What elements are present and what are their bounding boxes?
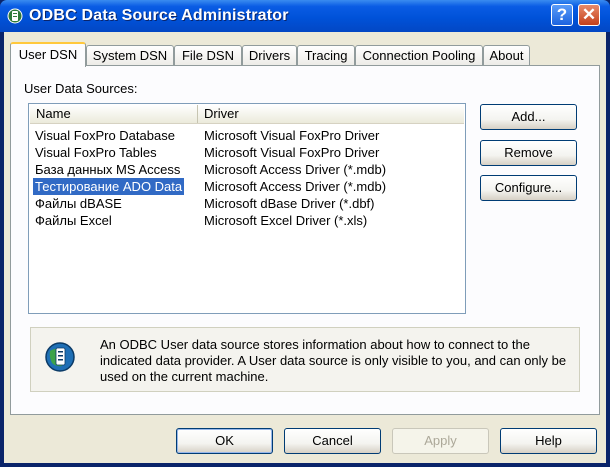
configure-button[interactable]: Configure... bbox=[480, 175, 577, 201]
dsn-name: Файлы dBASE bbox=[35, 196, 122, 211]
dsn-driver: Microsoft Access Driver (*.mdb) bbox=[204, 179, 387, 194]
tab-connection-pooling[interactable]: Connection Pooling bbox=[355, 45, 483, 66]
user-data-sources-label: User Data Sources: bbox=[24, 81, 138, 96]
title-close-button[interactable]: ✕ bbox=[578, 4, 600, 26]
tab-label: User DSN bbox=[18, 47, 78, 62]
close-icon: ✕ bbox=[581, 5, 597, 24]
dsn-driver: Microsoft dBase Driver (*.dbf) bbox=[204, 196, 375, 211]
dsn-name: Тестирование ADO Data bbox=[31, 177, 186, 196]
odbc-app-icon bbox=[7, 8, 23, 24]
column-header-driver[interactable]: Driver bbox=[198, 105, 464, 123]
list-item[interactable]: База данных MS Access Microsoft Access D… bbox=[30, 161, 464, 178]
dsn-driver: Microsoft Visual FoxPro Driver bbox=[204, 145, 380, 160]
question-icon: ? bbox=[556, 5, 568, 24]
odbc-globe-icon bbox=[45, 342, 75, 372]
window-title: ODBC Data Source Administrator bbox=[29, 7, 289, 24]
dsn-name: Файлы Excel bbox=[35, 213, 112, 228]
cancel-button[interactable]: Cancel bbox=[284, 428, 381, 454]
help-button[interactable]: Help bbox=[500, 428, 597, 454]
tab-label: File DSN bbox=[181, 48, 234, 63]
tab-file-dsn[interactable]: File DSN bbox=[174, 45, 242, 66]
dsn-driver: Microsoft Excel Driver (*.xls) bbox=[204, 213, 368, 228]
dialog-client: User DSN System DSN File DSN Drivers Tra… bbox=[4, 32, 606, 463]
list-item[interactable]: Visual FoxPro Database Microsoft Visual … bbox=[30, 127, 464, 144]
user-data-sources-list[interactable]: Name Driver Visual FoxPro Database Micro… bbox=[28, 103, 466, 314]
title-bar[interactable]: ODBC Data Source Administrator ? ✕ bbox=[0, 0, 610, 32]
remove-button[interactable]: Remove bbox=[480, 140, 577, 166]
dsn-name: Visual FoxPro Database bbox=[35, 128, 175, 143]
tab-about[interactable]: About bbox=[483, 45, 530, 66]
title-help-button[interactable]: ? bbox=[551, 4, 573, 26]
tab-system-dsn[interactable]: System DSN bbox=[86, 45, 174, 66]
ok-button[interactable]: OK bbox=[176, 428, 273, 454]
list-header: Name Driver bbox=[30, 105, 464, 124]
info-description: An ODBC User data source stores informat… bbox=[100, 337, 567, 384]
tab-label: About bbox=[489, 48, 524, 63]
apply-button[interactable]: Apply bbox=[392, 428, 489, 454]
column-header-name[interactable]: Name bbox=[30, 105, 198, 123]
list-item[interactable]: Visual FoxPro Tables Microsoft Visual Fo… bbox=[30, 144, 464, 161]
tab-tracing[interactable]: Tracing bbox=[297, 45, 355, 66]
tab-label: Connection Pooling bbox=[362, 48, 476, 63]
dsn-driver: Microsoft Access Driver (*.mdb) bbox=[204, 162, 387, 177]
dsn-driver: Microsoft Visual FoxPro Driver bbox=[204, 128, 380, 143]
info-box: An ODBC User data source stores informat… bbox=[30, 327, 580, 392]
list-item[interactable]: Файлы dBASE Microsoft dBase Driver (*.db… bbox=[30, 195, 464, 212]
list-item[interactable]: Файлы Excel Microsoft Excel Driver (*.xl… bbox=[30, 212, 464, 229]
dsn-name: База данных MS Access bbox=[35, 162, 181, 177]
tab-drivers[interactable]: Drivers bbox=[242, 45, 297, 66]
odbc-admin-window: ODBC Data Source Administrator ? ✕ User … bbox=[0, 0, 610, 467]
tab-label: System DSN bbox=[92, 48, 168, 63]
dsn-name: Visual FoxPro Tables bbox=[35, 145, 157, 160]
list-item-selected[interactable]: Тестирование ADO Data Microsoft Access D… bbox=[30, 177, 464, 196]
tab-label: Drivers bbox=[248, 48, 291, 63]
tab-user-dsn[interactable]: User DSN bbox=[10, 42, 86, 67]
tab-label: Tracing bbox=[304, 48, 348, 63]
add-button[interactable]: Add... bbox=[480, 104, 577, 130]
